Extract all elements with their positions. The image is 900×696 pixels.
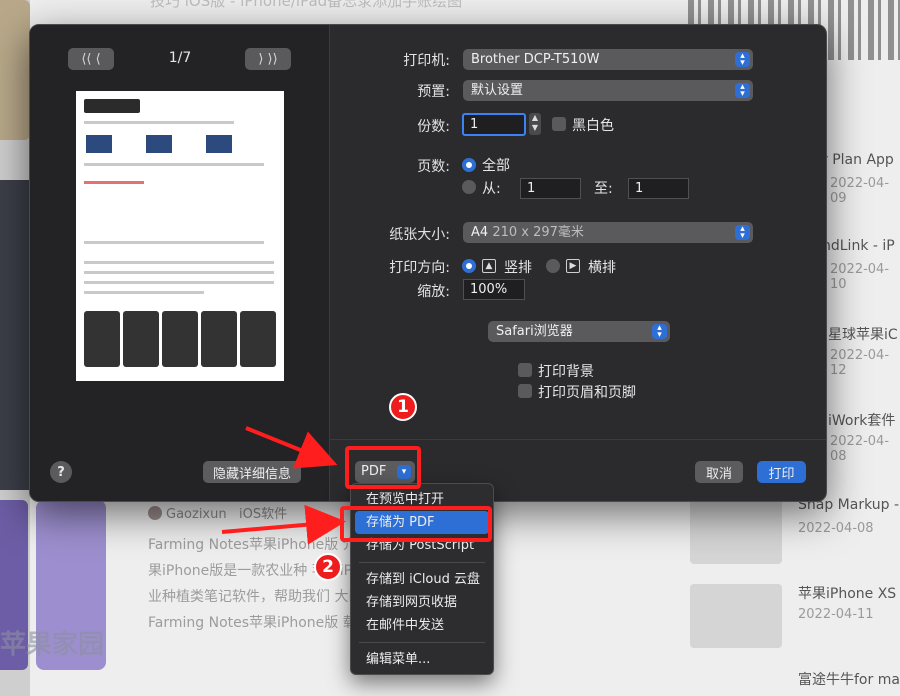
annotation-arrows <box>221 426 346 545</box>
highlight-box-save-pdf <box>340 506 492 542</box>
step-badge-2: 2 <box>314 553 342 581</box>
arrow-to-pdf-button <box>245 426 338 469</box>
arrow-to-save-as-pdf <box>221 504 346 545</box>
step-badge-1: 1 <box>389 393 417 421</box>
highlight-box-pdf <box>345 446 421 489</box>
